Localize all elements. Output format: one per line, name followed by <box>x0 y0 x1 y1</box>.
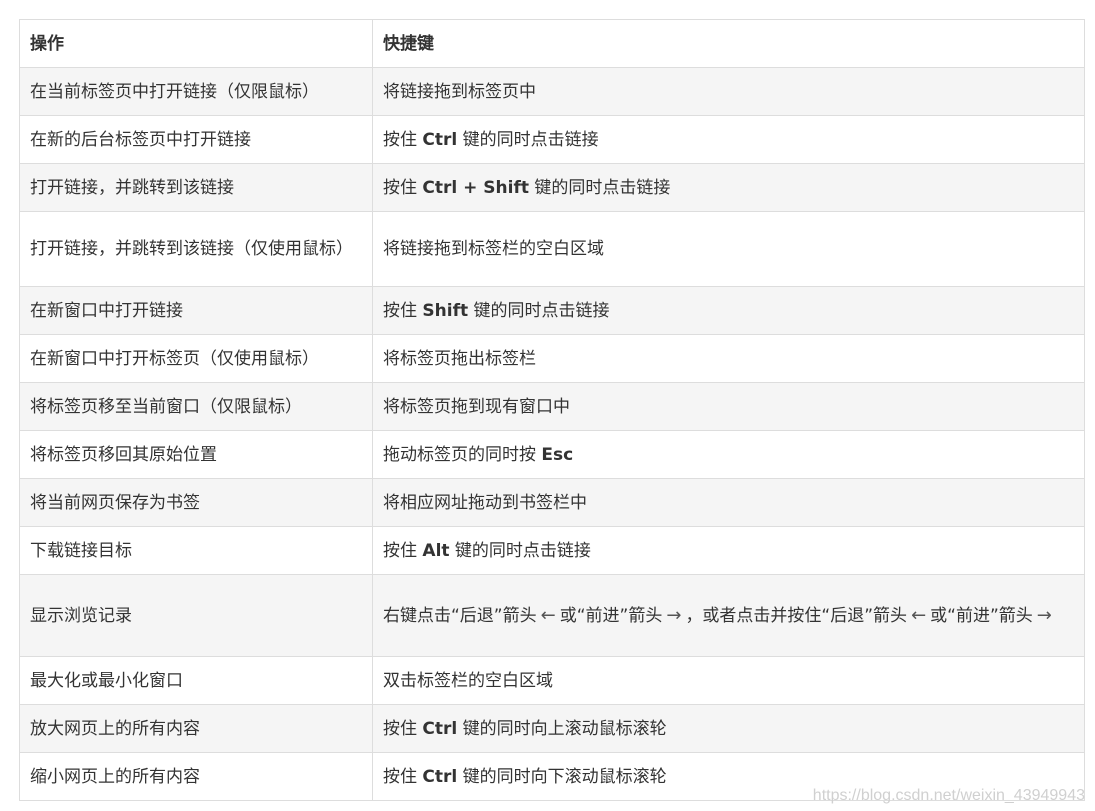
shortcuts-table: 操作 快捷键 在当前标签页中打开链接（仅限鼠标） 将链接拖到标签页中 在新的后台… <box>19 19 1085 801</box>
shortcut-cell: 按住 Ctrl 键的同时向上滚动鼠标滚轮 <box>372 704 1085 753</box>
key-label: Ctrl <box>422 129 458 150</box>
action-cell: 下载链接目标 <box>19 526 373 575</box>
action-cell: 在新窗口中打开标签页（仅使用鼠标） <box>19 334 373 383</box>
key-label: Alt <box>422 540 450 561</box>
table-row: 在新窗口中打开标签页（仅使用鼠标） 将标签页拖出标签栏 <box>19 334 1085 383</box>
shortcut-text: 将标签页拖出标签栏 <box>383 348 536 369</box>
arrow-right-icon: → <box>666 604 682 626</box>
shortcut-text: 键的同时向上滚动鼠标滚轮 <box>457 718 667 739</box>
action-cell: 缩小网页上的所有内容 <box>19 752 373 801</box>
table-row: 在新窗口中打开链接 按住 Shift 键的同时点击链接 <box>19 286 1085 335</box>
key-label: Ctrl <box>422 718 458 739</box>
table-row: 在当前标签页中打开链接（仅限鼠标） 将链接拖到标签页中 <box>19 67 1085 116</box>
shortcut-text: 将链接拖到标签栏的空白区域 <box>383 239 604 259</box>
shortcut-text: 按住 <box>383 718 423 739</box>
shortcut-cell: 按住 Shift 键的同时点击链接 <box>372 286 1085 335</box>
action-cell: 放大网页上的所有内容 <box>19 704 373 753</box>
shortcut-cell: 双击标签栏的空白区域 <box>372 656 1085 705</box>
shortcut-cell: 将链接拖到标签栏的空白区域 <box>372 211 1085 287</box>
table-row: 将当前网页保存为书签 将相应网址拖动到书签栏中 <box>19 478 1085 527</box>
table-row: 放大网页上的所有内容 按住 Ctrl 键的同时向上滚动鼠标滚轮 <box>19 704 1085 753</box>
shortcut-text: 按住 <box>383 177 423 198</box>
table-row: 将标签页移回其原始位置 拖动标签页的同时按 Esc <box>19 430 1085 479</box>
action-cell: 在当前标签页中打开链接（仅限鼠标） <box>19 67 373 116</box>
shortcut-text: 或“前进”箭头 <box>930 605 1033 626</box>
shortcut-text: 右键点击“后退”箭头 <box>383 605 537 626</box>
arrow-left-icon: ← <box>911 604 927 626</box>
table-row: 将标签页移至当前窗口（仅限鼠标） 将标签页拖到现有窗口中 <box>19 382 1085 431</box>
table-row: 在新的后台标签页中打开链接 按住 Ctrl 键的同时点击链接 <box>19 115 1085 164</box>
shortcut-cell: 拖动标签页的同时按 Esc <box>372 430 1085 479</box>
shortcut-text: 按住 <box>383 300 423 321</box>
shortcut-cell: 将链接拖到标签页中 <box>372 67 1085 116</box>
shortcut-text: 键的同时点击链接 <box>449 540 591 561</box>
shortcut-text: 双击标签栏的空白区域 <box>383 670 553 691</box>
shortcut-text: 将相应网址拖动到书签栏中 <box>383 492 587 513</box>
key-label: Esc <box>541 444 574 465</box>
shortcut-cell: 按住 Ctrl + Shift 键的同时点击链接 <box>372 163 1085 212</box>
table-row: 下载链接目标 按住 Alt 键的同时点击链接 <box>19 526 1085 575</box>
shortcut-cell: 将标签页拖出标签栏 <box>372 334 1085 383</box>
shortcut-text: 键的同时点击链接 <box>457 129 599 150</box>
shortcut-text: 按住 <box>383 129 423 150</box>
action-cell: 显示浏览记录 <box>19 574 373 657</box>
shortcut-text: 键的同时向下滚动鼠标滚轮 <box>457 766 667 787</box>
action-cell: 将标签页移至当前窗口（仅限鼠标） <box>19 382 373 431</box>
shortcut-text: 键的同时点击链接 <box>468 300 610 321</box>
action-cell: 最大化或最小化窗口 <box>19 656 373 705</box>
watermark-url: https://blog.csdn.net/weixin_43949943 <box>812 787 1085 804</box>
key-label: Shift <box>422 300 469 321</box>
action-cell: 打开链接，并跳转到该链接 <box>19 163 373 212</box>
table-row: 打开链接，并跳转到该链接 按住 Ctrl + Shift 键的同时点击链接 <box>19 163 1085 212</box>
key-label: Ctrl + Shift <box>422 177 529 198</box>
shortcut-text: 按住 <box>383 766 423 787</box>
shortcut-cell: 右键点击“后退”箭头 ← 或“前进”箭头 → ，或者点击并按住“后退”箭头 ← 或“前进”箭… <box>372 574 1085 657</box>
shortcut-cell: 按住 Alt 键的同时点击链接 <box>372 526 1085 575</box>
table-header-row: 操作 快捷键 <box>19 19 1085 68</box>
table-row: 显示浏览记录 右键点击“后退”箭头 ← 或“前进”箭头 → ，或者点击并按住“后退”箭头… <box>19 574 1085 657</box>
shortcut-cell: 按住 Ctrl 键的同时点击链接 <box>372 115 1085 164</box>
arrow-left-icon: ← <box>540 604 556 626</box>
action-cell: 将当前网页保存为书签 <box>19 478 373 527</box>
key-label: Ctrl <box>422 766 458 787</box>
header-action: 操作 <box>19 19 373 68</box>
shortcut-cell: 将相应网址拖动到书签栏中 <box>372 478 1085 527</box>
header-shortcut: 快捷键 <box>372 19 1085 68</box>
action-cell: 在新窗口中打开链接 <box>19 286 373 335</box>
shortcut-text: 或“前进”箭头 <box>559 605 663 626</box>
shortcut-cell: 将标签页拖到现有窗口中 <box>372 382 1085 431</box>
shortcut-text: 按住 <box>383 540 423 561</box>
action-cell: 打开链接，并跳转到该链接（仅使用鼠标） <box>19 211 373 287</box>
action-cell: 在新的后台标签页中打开链接 <box>19 115 373 164</box>
table-row: 打开链接，并跳转到该链接（仅使用鼠标） 将链接拖到标签栏的空白区域 <box>19 211 1085 287</box>
shortcut-text: 拖动标签页的同时按 <box>383 444 542 465</box>
shortcut-text: 将标签页拖到现有窗口中 <box>383 396 570 417</box>
shortcut-text: 将链接拖到标签页中 <box>383 81 536 102</box>
table-row: 最大化或最小化窗口 双击标签栏的空白区域 <box>19 656 1085 705</box>
shortcut-text: ，或者点击并按住“后退”箭头 <box>685 605 908 626</box>
shortcut-text: 键的同时点击链接 <box>529 177 671 198</box>
arrow-right-icon: → <box>1036 604 1052 626</box>
action-cell: 将标签页移回其原始位置 <box>19 430 373 479</box>
